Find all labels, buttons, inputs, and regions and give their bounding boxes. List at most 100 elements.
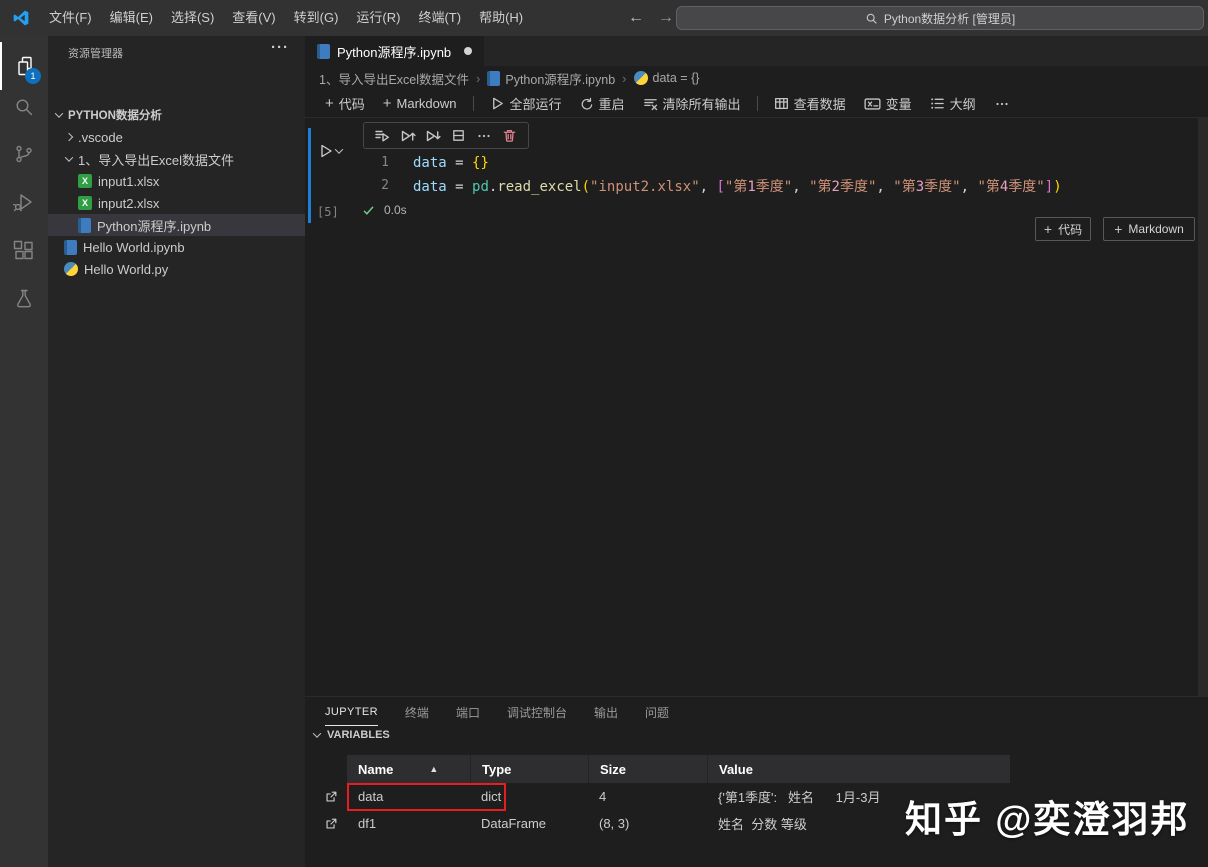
tree-item-3[interactable]: Xinput1.xlsx	[48, 170, 305, 192]
menu-go[interactable]: 转到(G)	[285, 0, 348, 36]
restart-button[interactable]: 重启	[573, 92, 632, 116]
plus-icon: +	[382, 95, 392, 112]
toolbar-label: 全部运行	[509, 97, 562, 112]
var-type: dict	[481, 789, 502, 804]
notebook-file-icon	[487, 70, 501, 86]
variables-button[interactable]: 变量	[857, 92, 919, 116]
more-actions-icon[interactable]: ···	[271, 39, 289, 56]
run-above-icon[interactable]	[398, 126, 418, 146]
menu-edit[interactable]: 编辑(E)	[101, 0, 162, 36]
menu-view[interactable]: 查看(V)	[223, 0, 284, 36]
notebook-scrollbar[interactable]	[1198, 118, 1208, 696]
open-in-viewer-icon[interactable]	[318, 817, 347, 831]
column-header-type[interactable]: Type	[470, 755, 588, 783]
column-header-name[interactable]: Name ▲	[347, 755, 470, 783]
tab-python-notebook[interactable]: Python源程序.ipynb	[305, 36, 485, 66]
tree-item-label: Hello World.py	[84, 261, 169, 277]
activity-source-control[interactable]	[0, 130, 48, 178]
add-code-cell-button[interactable]: + 代码	[1035, 217, 1091, 241]
panel-tab-problems[interactable]: 问题	[645, 698, 669, 726]
back-arrow-icon[interactable]: ←	[628, 9, 644, 27]
activity-testing[interactable]	[0, 275, 48, 323]
var-size: 4	[599, 789, 607, 804]
clear-outputs-button[interactable]: 清除所有输出	[636, 92, 748, 116]
execution-count: [5]	[317, 205, 339, 219]
code-line-1[interactable]: 1 data = {}	[350, 151, 1196, 174]
tree-item-6[interactable]: Hello World.ipynb	[48, 236, 305, 258]
add-code-button[interactable]: + 代码	[318, 92, 372, 116]
notebook-toolbar: + 代码 + Markdown 全部运行 重启 清除所有输出 查看数据 变量 大纲	[305, 90, 1208, 118]
tree-item-2[interactable]: 1、导入导出Excel数据文件	[48, 148, 305, 170]
variables-section-header[interactable]: VARIABLES	[312, 729, 390, 741]
vscode-logo-icon	[12, 9, 30, 27]
panel-tab-debug-console[interactable]: 调试控制台	[507, 698, 567, 726]
plus-icon: +	[1114, 221, 1123, 237]
outline-icon	[930, 96, 945, 111]
activity-extensions[interactable]	[0, 227, 48, 275]
notebook-canvas: 1 data = {} 2 data = pd.read_excel("input2.…	[305, 118, 1208, 696]
activity-run-debug[interactable]	[0, 178, 48, 226]
execute-above-cells-icon[interactable]	[372, 126, 392, 146]
view-data-button[interactable]: 查看数据	[767, 92, 853, 116]
variables-table-header: Name ▲ Type Size Value	[347, 755, 1010, 783]
breadcrumb-item-2[interactable]: Python源程序.ipynb	[487, 69, 615, 88]
split-cell-icon[interactable]	[449, 126, 469, 146]
run-cell-button[interactable]	[318, 143, 344, 159]
modified-dot-icon[interactable]	[464, 47, 473, 55]
add-markdown-button[interactable]: + Markdown	[376, 92, 464, 116]
add-markdown-cell-button[interactable]: + Markdown	[1103, 217, 1195, 241]
menu-terminal[interactable]: 终端(T)	[409, 0, 470, 36]
menu-help[interactable]: 帮助(H)	[470, 0, 532, 36]
add-code-label: 代码	[1058, 222, 1083, 237]
toolbar-label: 清除所有输出	[662, 97, 741, 112]
tree-item-7[interactable]: Hello World.py	[48, 258, 305, 280]
open-in-viewer-icon[interactable]	[318, 790, 347, 804]
run-below-icon[interactable]	[423, 126, 443, 146]
cell-code-editor[interactable]: 1 data = {} 2 data = pd.read_excel("input2.…	[350, 149, 1196, 197]
plus-icon: +	[325, 95, 334, 112]
source-control-icon	[16, 145, 32, 163]
panel-tab-ports[interactable]: 端口	[456, 698, 480, 726]
tree-item-5[interactable]: Python源程序.ipynb	[48, 214, 305, 236]
extensions-icon	[13, 240, 33, 260]
more-actions-icon[interactable]	[474, 126, 494, 146]
more-actions-button[interactable]	[987, 92, 1017, 116]
cell-focus-bar	[308, 128, 311, 223]
toolbar-label: 代码	[338, 97, 365, 112]
toolbar-label: 变量	[885, 97, 912, 112]
tree-root-label: PYTHON数据分析	[68, 110, 162, 122]
menu-selection[interactable]: 选择(S)	[162, 0, 223, 36]
line-number: 2	[381, 178, 389, 193]
breadcrumb-item-3[interactable]: data = {}	[633, 71, 699, 85]
panel-tab-terminal[interactable]: 终端	[405, 698, 429, 726]
delete-cell-icon[interactable]	[500, 126, 520, 146]
run-all-icon	[490, 96, 505, 111]
tree-item-label: input2.xlsx	[98, 195, 160, 211]
activity-search[interactable]	[0, 83, 48, 131]
search-placeholder: Python数据分析 [管理员]	[883, 11, 1016, 26]
column-header-size[interactable]: Size	[588, 755, 707, 783]
tree-item-4[interactable]: Xinput2.xlsx	[48, 192, 305, 214]
chevron-right-icon	[64, 132, 74, 142]
tree-root-folder[interactable]: PYTHON数据分析	[48, 104, 305, 126]
menu-file[interactable]: 文件(F)	[40, 0, 101, 36]
column-header-value[interactable]: Value	[707, 755, 1010, 783]
code-line-2[interactable]: 2 data = pd.read_excel("input2.xlsx", ["第…	[350, 174, 1196, 197]
breadcrumb-item-1[interactable]: 1、导入导出Excel数据文件	[319, 69, 469, 88]
menu-bar: 文件(F) 编辑(E) 选择(S) 查看(V) 转到(G) 运行(R) 终端(T) 帮助(H)	[40, 0, 532, 36]
chevron-down-icon	[334, 145, 344, 154]
variables-icon	[864, 97, 881, 111]
forward-arrow-icon[interactable]: →	[658, 9, 674, 27]
outline-button[interactable]: 大纲	[923, 92, 983, 116]
panel-tab-jupyter[interactable]: JUPYTER	[325, 698, 378, 726]
notebook-file-icon	[317, 43, 330, 59]
notebook-file-icon	[78, 217, 91, 233]
panel-tab-output[interactable]: 输出	[594, 698, 618, 726]
menu-run[interactable]: 运行(R)	[347, 0, 409, 36]
python-file-icon	[633, 71, 648, 85]
run-all-button[interactable]: 全部运行	[483, 92, 569, 116]
history-nav: ← →	[628, 0, 674, 36]
breadcrumb-label: 1、导入导出Excel数据文件	[319, 72, 470, 87]
tree-item-1[interactable]: .vscode	[48, 126, 305, 148]
command-center-search[interactable]: Python数据分析 [管理员]	[676, 6, 1204, 30]
